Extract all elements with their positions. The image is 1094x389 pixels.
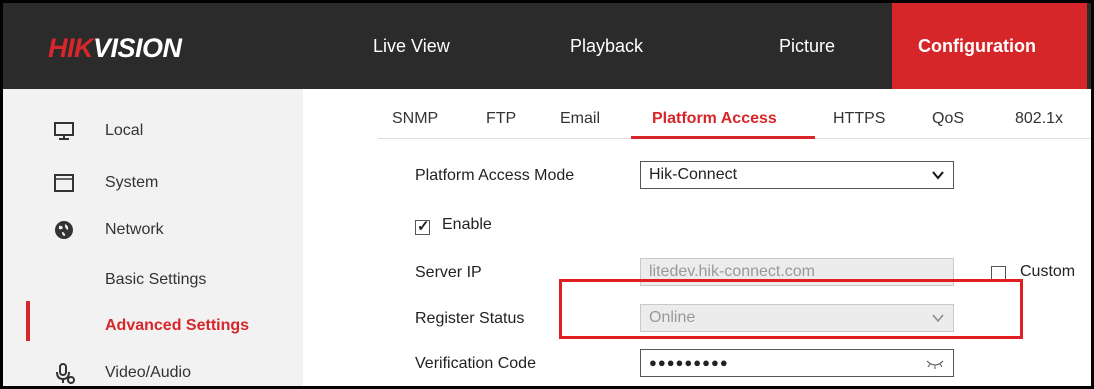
server-ip-value: litedev.hik-connect.com — [649, 263, 815, 280]
sidebar-item-local[interactable]: Local — [3, 111, 303, 151]
globe-icon — [55, 221, 73, 239]
platform-access-mode-select[interactable]: Hik-Connect — [640, 161, 954, 189]
enable-label: Enable — [442, 216, 492, 233]
chevron-down-icon — [932, 171, 944, 180]
sidebar-subitem-basic-settings[interactable]: Basic Settings — [105, 271, 206, 289]
enable-checkbox[interactable]: ✓ — [415, 218, 430, 235]
platform-access-mode-label: Platform Access Mode — [415, 167, 575, 184]
microphone-icon — [56, 363, 75, 384]
nav-playback[interactable]: Playback — [570, 3, 643, 89]
server-ip-label: Server IP — [415, 264, 482, 281]
verification-code-label: Verification Code — [415, 355, 536, 372]
logo-hik-text: HIK — [48, 33, 94, 63]
tab-platform-access[interactable]: Platform Access — [652, 110, 777, 128]
active-indicator — [26, 301, 30, 341]
tab-https[interactable]: HTTPS — [833, 110, 885, 128]
highlight-rectangle — [559, 279, 1023, 339]
register-status-label: Register Status — [415, 310, 525, 327]
tab-qos[interactable]: QoS — [932, 110, 964, 128]
nav-picture[interactable]: Picture — [779, 3, 835, 89]
hikvision-logo: HIKVISION — [48, 33, 182, 64]
nav-live-view[interactable]: Live View — [373, 3, 450, 89]
tab-snmp[interactable]: SNMP — [392, 110, 438, 128]
sidebar-item-video-audio[interactable]: Video/Audio — [3, 353, 303, 386]
active-tab-underline — [631, 136, 815, 139]
top-navigation-bar: HIKVISION Live View Playback Picture Con… — [3, 3, 1091, 89]
sidebar-item-label: Network — [105, 221, 164, 238]
sidebar-subitem-advanced-settings[interactable]: Advanced Settings — [105, 317, 249, 335]
sidebar-item-label: Local — [105, 122, 144, 139]
logo-vision-text: VISION — [93, 33, 182, 63]
tab-ftp[interactable]: FTP — [486, 110, 516, 128]
monitor-icon — [54, 122, 74, 140]
tab-802-1x[interactable]: 802.1x — [1015, 110, 1063, 128]
custom-label: Custom — [1020, 263, 1076, 280]
verification-code-input[interactable]: ●●●●●●●●● — [640, 349, 954, 377]
window-icon — [54, 174, 74, 192]
sidebar-item-label: System — [105, 174, 159, 191]
app-frame: HIKVISION Live View Playback Picture Con… — [0, 0, 1094, 389]
verification-code-value: ●●●●●●●●● — [649, 355, 729, 370]
checkmark-icon: ✓ — [417, 218, 430, 235]
sidebar-item-network[interactable]: Network — [3, 210, 303, 250]
tab-email[interactable]: Email — [560, 110, 600, 128]
nav-configuration[interactable]: Configuration — [892, 3, 1087, 89]
eye-closed-icon[interactable] — [925, 357, 945, 371]
sidebar-item-label: Video/Audio — [105, 364, 191, 381]
sidebar-item-system[interactable]: System — [3, 163, 303, 203]
platform-access-mode-value: Hik-Connect — [649, 166, 738, 183]
